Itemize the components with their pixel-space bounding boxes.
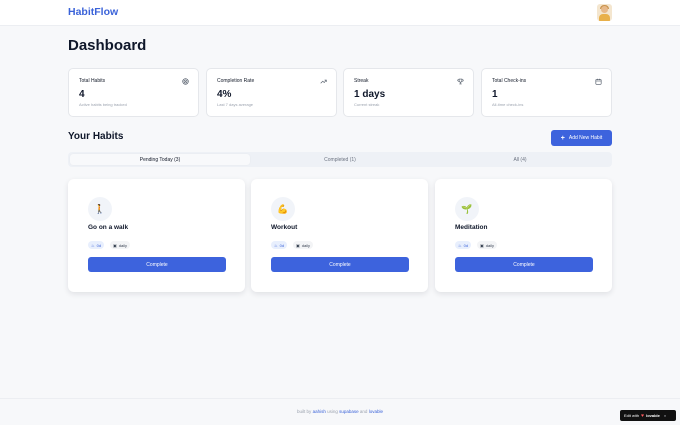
- stat-card-streak: Streak 1 days Current streak: [343, 68, 474, 117]
- edit-badge-brand: lovable: [646, 413, 660, 418]
- frequency-badge: ▣ daily: [293, 241, 314, 249]
- footer-text: using: [327, 409, 338, 414]
- tab-completed[interactable]: Completed (1): [250, 154, 430, 165]
- habit-card: 🚶 Go on a walk ♨ 0d ▣ daily Complete: [68, 179, 245, 292]
- habit-name: Workout: [271, 224, 298, 231]
- footer-text: built by: [297, 409, 312, 414]
- stat-subtitle: All-time check-ins: [492, 102, 524, 107]
- stat-value: 1 days: [354, 89, 386, 100]
- footer-credits: built by aahish using supabase and lovab…: [0, 409, 680, 414]
- stat-label: Completion Rate: [217, 78, 255, 84]
- streak-badge: ♨ 0d: [88, 241, 105, 249]
- flame-icon: ♨: [274, 242, 278, 248]
- lovable-link[interactable]: lovable: [369, 409, 383, 414]
- habit-card: 💪 Workout ♨ 0d ▣ daily Complete: [251, 179, 428, 292]
- calendar-icon: ▣: [113, 242, 117, 248]
- complete-button[interactable]: Complete: [271, 257, 409, 272]
- stat-value: 4%: [217, 89, 232, 100]
- stat-card-total-checkins: Total Check-ins 1 All-time check-ins: [481, 68, 612, 117]
- author-link[interactable]: aahish: [313, 409, 326, 414]
- habit-card: 🌱 Meditation ♨ 0d ▣ daily Complete: [435, 179, 612, 292]
- page-title: Dashboard: [68, 37, 147, 54]
- streak-value: 0d: [279, 242, 285, 248]
- calendar-icon: ▣: [480, 242, 484, 248]
- stat-card-completion-rate: Completion Rate 4% Last 7 days average: [206, 68, 337, 117]
- complete-button[interactable]: Complete: [88, 257, 226, 272]
- avatar[interactable]: [597, 4, 612, 21]
- streak-value: 0d: [96, 242, 102, 248]
- frequency-badge: ▣ daily: [477, 241, 498, 249]
- target-icon: [182, 78, 189, 85]
- edit-with-lovable-badge[interactable]: Edit with ♥ lovable ×: [620, 410, 676, 421]
- calendar-icon: ▣: [296, 242, 300, 248]
- seedling-icon: 🌱: [455, 197, 479, 221]
- trophy-icon: [457, 78, 464, 85]
- stat-label: Total Habits: [79, 78, 106, 84]
- section-title-your-habits: Your Habits: [68, 131, 124, 142]
- flame-icon: ♨: [91, 242, 95, 248]
- stat-label: Total Check-ins: [492, 78, 527, 84]
- frequency-value: daily: [485, 242, 495, 248]
- stat-subtitle: Current streak: [354, 102, 380, 107]
- stat-label: Streak: [354, 78, 369, 84]
- heart-icon: ♥: [641, 412, 645, 419]
- streak-value: 0d: [463, 242, 469, 248]
- frequency-value: daily: [301, 242, 311, 248]
- app-logo[interactable]: HabitFlow: [68, 6, 118, 18]
- complete-button[interactable]: Complete: [455, 257, 593, 272]
- plus-icon: +: [560, 134, 565, 142]
- flame-icon: ♨: [458, 242, 462, 248]
- tab-all[interactable]: All (4): [430, 154, 610, 165]
- supabase-link[interactable]: supabase: [339, 409, 359, 414]
- trending-up-icon: [320, 79, 327, 84]
- frequency-value: daily: [118, 242, 128, 248]
- stat-card-total-habits: Total Habits 4 Active habits being track…: [68, 68, 199, 117]
- footer-text: and: [359, 409, 368, 414]
- close-icon[interactable]: ×: [664, 413, 666, 418]
- habit-tabs: Pending Today (3) Completed (1) All (4): [68, 152, 612, 167]
- footer: built by aahish using supabase and lovab…: [0, 398, 680, 425]
- edit-badge-prefix: Edit with: [624, 413, 640, 418]
- habit-name: Meditation: [455, 224, 488, 231]
- habit-name: Go on a walk: [88, 224, 129, 231]
- stat-value: 1: [492, 89, 498, 100]
- top-header: HabitFlow: [0, 0, 680, 26]
- stat-subtitle: Last 7 days average: [217, 102, 254, 107]
- stat-subtitle: Active habits being tracked: [79, 102, 127, 107]
- streak-badge: ♨ 0d: [455, 241, 472, 249]
- walking-icon: 🚶: [88, 197, 112, 221]
- stat-value: 4: [79, 89, 85, 100]
- streak-badge: ♨ 0d: [271, 241, 288, 249]
- add-new-habit-button[interactable]: + Add New Habit: [551, 130, 612, 146]
- flexed-biceps-icon: 💪: [271, 197, 295, 221]
- tab-pending-today[interactable]: Pending Today (3): [70, 154, 250, 165]
- calendar-icon: [595, 78, 602, 85]
- frequency-badge: ▣ daily: [110, 241, 131, 249]
- add-new-habit-label: Add New Habit: [568, 135, 603, 141]
